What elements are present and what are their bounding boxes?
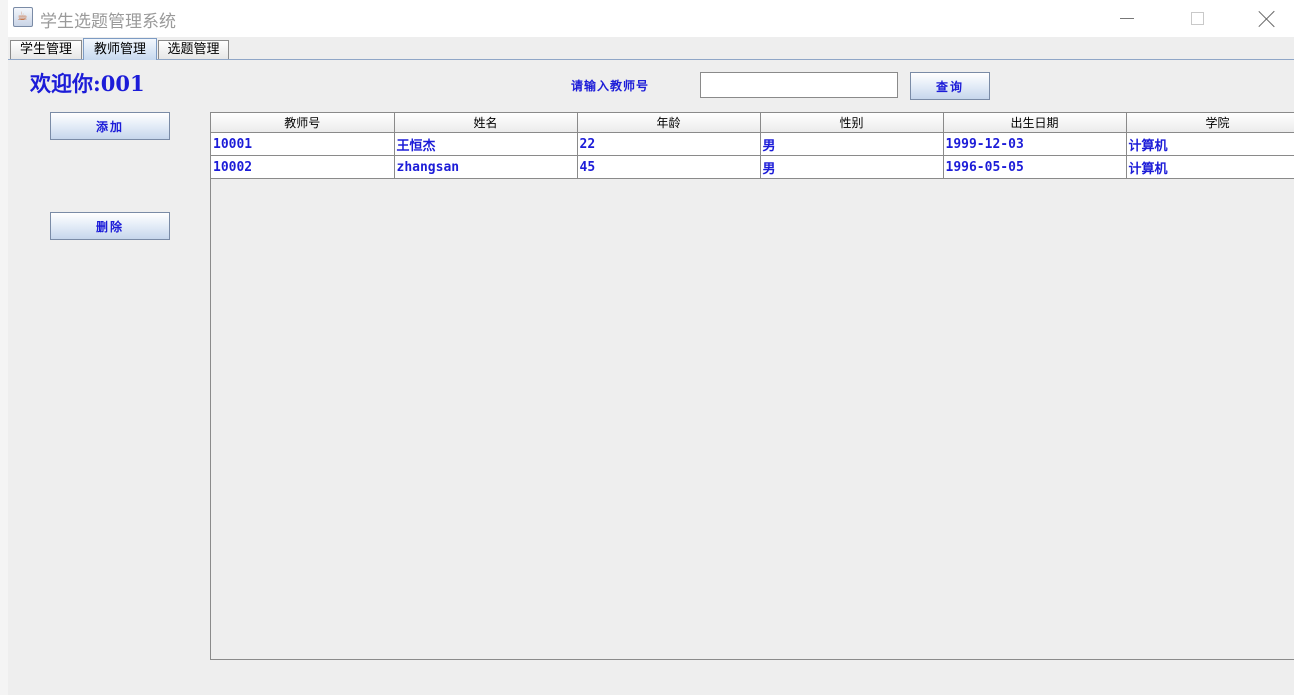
column-header-college[interactable]: 学院 [1126, 113, 1294, 133]
java-cup-icon: ☕ [13, 7, 33, 27]
column-header-name[interactable]: 姓名 [394, 113, 578, 133]
column-header-age[interactable]: 年龄 [577, 113, 761, 133]
tab-bar: 学生管理 教师管理 选题管理 [8, 38, 1294, 60]
query-button[interactable]: 查询 [910, 72, 990, 100]
table-cell[interactable]: 1999-12-03 [943, 132, 1127, 156]
title-bar: ☕ 学生选题管理系统 [8, 0, 1294, 37]
table-cell[interactable]: 10001 [211, 132, 395, 156]
main-window: ☕ 学生选题管理系统 学生管理 教师管理 选题管理 欢迎你:001 请输入教师号… [8, 0, 1294, 695]
teacher-table: 教师号 姓名 年龄 性别 出生日期 学院 10001 王恒杰 22 男 1999… [211, 113, 1294, 179]
table-cell[interactable]: 计算机 [1126, 155, 1294, 179]
maximize-button[interactable] [1174, 0, 1220, 37]
maximize-icon [1190, 12, 1204, 25]
tab-teacher-management[interactable]: 教师管理 [83, 38, 157, 60]
minimize-icon [1120, 18, 1134, 19]
tab-topic-management[interactable]: 选题管理 [158, 40, 229, 59]
search-label: 请输入教师号 [571, 79, 650, 93]
table-cell[interactable]: 1996-05-05 [943, 155, 1127, 179]
teacher-table-scrollpane[interactable]: 教师号 姓名 年龄 性别 出生日期 学院 10001 王恒杰 22 男 1999… [210, 112, 1294, 660]
table-cell[interactable]: 王恒杰 [394, 132, 578, 156]
table-cell[interactable]: 10002 [211, 155, 395, 179]
window-title: 学生选题管理系统 [40, 12, 176, 32]
table-row[interactable]: 10001 王恒杰 22 男 1999-12-03 计算机 [211, 132, 1294, 156]
tab-student-management[interactable]: 学生管理 [10, 40, 82, 59]
minimize-button[interactable] [1104, 0, 1150, 37]
table-cell[interactable]: 男 [760, 132, 944, 156]
close-icon [1258, 10, 1276, 28]
table-header-row: 教师号 姓名 年龄 性别 出生日期 学院 [211, 113, 1294, 133]
table-cell[interactable]: 男 [760, 155, 944, 179]
table-row[interactable]: 10002 zhangsan 45 男 1996-05-05 计算机 [211, 155, 1294, 179]
table-cell[interactable]: 计算机 [1126, 132, 1294, 156]
delete-button[interactable]: 删除 [50, 212, 170, 240]
welcome-text: 欢迎你:001 [30, 71, 145, 96]
table-cell[interactable]: 22 [577, 132, 761, 156]
table-cell[interactable]: 45 [577, 155, 761, 179]
column-header-teacher-id[interactable]: 教师号 [211, 113, 395, 133]
teacher-id-input[interactable] [700, 72, 898, 98]
close-button[interactable] [1244, 0, 1290, 37]
column-header-birth-date[interactable]: 出生日期 [943, 113, 1127, 133]
column-header-gender[interactable]: 性别 [760, 113, 944, 133]
table-cell[interactable]: zhangsan [394, 155, 578, 179]
add-button[interactable]: 添加 [50, 112, 170, 140]
